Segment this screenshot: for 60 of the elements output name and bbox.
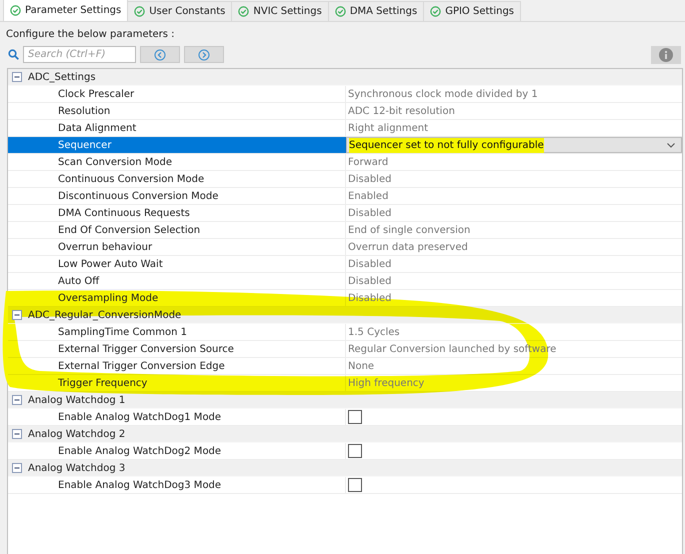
collapse-icon[interactable] xyxy=(12,463,22,473)
search-icon xyxy=(8,49,19,60)
checkbox[interactable] xyxy=(348,410,362,424)
checkbox[interactable] xyxy=(348,478,362,492)
tab[interactable]: User Constants xyxy=(127,1,232,21)
parameter-name[interactable]: DMA Continuous Requests xyxy=(8,205,346,221)
group-label: Analog Watchdog 3 xyxy=(28,462,126,476)
group-label: Analog Watchdog 1 xyxy=(28,394,126,408)
parameter-name[interactable]: Continuous Conversion Mode xyxy=(8,171,346,187)
parameter-name[interactable]: Overrun behaviour xyxy=(8,239,346,255)
parameter-value: Disabled xyxy=(348,172,392,186)
instruction-text: Configure the below parameters : xyxy=(5,28,176,42)
parameter-value: ADC 12-bit resolution xyxy=(348,104,455,118)
checkbox[interactable] xyxy=(348,444,362,458)
group-label: Analog Watchdog 2 xyxy=(28,428,126,442)
parameter-name[interactable]: Auto Off xyxy=(8,273,346,289)
parameter-value: Disabled xyxy=(348,274,392,288)
parameter-value: None xyxy=(348,360,374,374)
collapse-icon[interactable] xyxy=(12,310,22,320)
dropdown[interactable]: Sequencer set to not fully configurable xyxy=(346,137,682,153)
parameter-value: Disabled xyxy=(348,258,392,272)
parameter-value: End of single conversion xyxy=(348,224,470,238)
check-circle-icon xyxy=(134,6,146,17)
parameter-value: Overrun data preserved xyxy=(348,240,468,254)
parameter-value: Enabled xyxy=(348,190,388,204)
collapse-icon[interactable] xyxy=(12,429,22,439)
tab[interactable]: NVIC Settings xyxy=(231,1,329,21)
parameter-name[interactable]: Resolution xyxy=(8,103,346,119)
collapse-icon[interactable] xyxy=(12,395,22,405)
parameter-name[interactable]: Enable Analog WatchDog1 Mode xyxy=(8,409,346,425)
parameter-name[interactable]: Enable Analog WatchDog3 Mode xyxy=(8,477,346,493)
parameter-name[interactable]: Enable Analog WatchDog2 Mode xyxy=(8,443,346,459)
check-circle-icon xyxy=(334,6,346,17)
parameter-name[interactable]: Low Power Auto Wait xyxy=(8,256,346,272)
parameter-value: Forward xyxy=(348,156,388,170)
group-label: ADC_Settings xyxy=(28,70,96,84)
search-field[interactable]: Search (Ctrl+F) xyxy=(23,46,136,63)
tab[interactable]: GPIO Settings xyxy=(423,1,521,21)
parameter-value: Right alignment xyxy=(348,122,428,136)
caret-icon xyxy=(667,142,675,148)
parameter-name[interactable]: Clock Prescaler xyxy=(8,86,346,102)
check-circle-icon xyxy=(10,5,21,16)
collapse-icon[interactable] xyxy=(12,72,22,82)
parameter-name[interactable]: End Of Conversion Selection xyxy=(8,222,346,238)
info-icon xyxy=(659,48,673,62)
check-circle-icon xyxy=(238,6,250,17)
parameter-name[interactable]: Sequencer xyxy=(8,137,346,153)
parameter-value: High frequency xyxy=(348,376,424,390)
info-button[interactable] xyxy=(651,46,681,64)
next-button[interactable] xyxy=(184,46,224,63)
parameter-value: Synchronous clock mode divided by 1 xyxy=(348,88,538,102)
parameter-value: Disabled xyxy=(348,206,392,220)
parameter-name[interactable]: Data Alignment xyxy=(8,120,346,136)
check-circle-icon xyxy=(430,6,442,17)
parameter-name[interactable]: Scan Conversion Mode xyxy=(8,154,346,170)
parameter-name[interactable]: Discontinuous Conversion Mode xyxy=(8,188,346,204)
previous-button[interactable] xyxy=(140,46,180,63)
tab[interactable]: DMA Settings xyxy=(328,1,424,21)
tab[interactable]: Parameter Settings xyxy=(3,0,128,21)
parameter-value: 1.5 Cycles xyxy=(348,326,400,340)
